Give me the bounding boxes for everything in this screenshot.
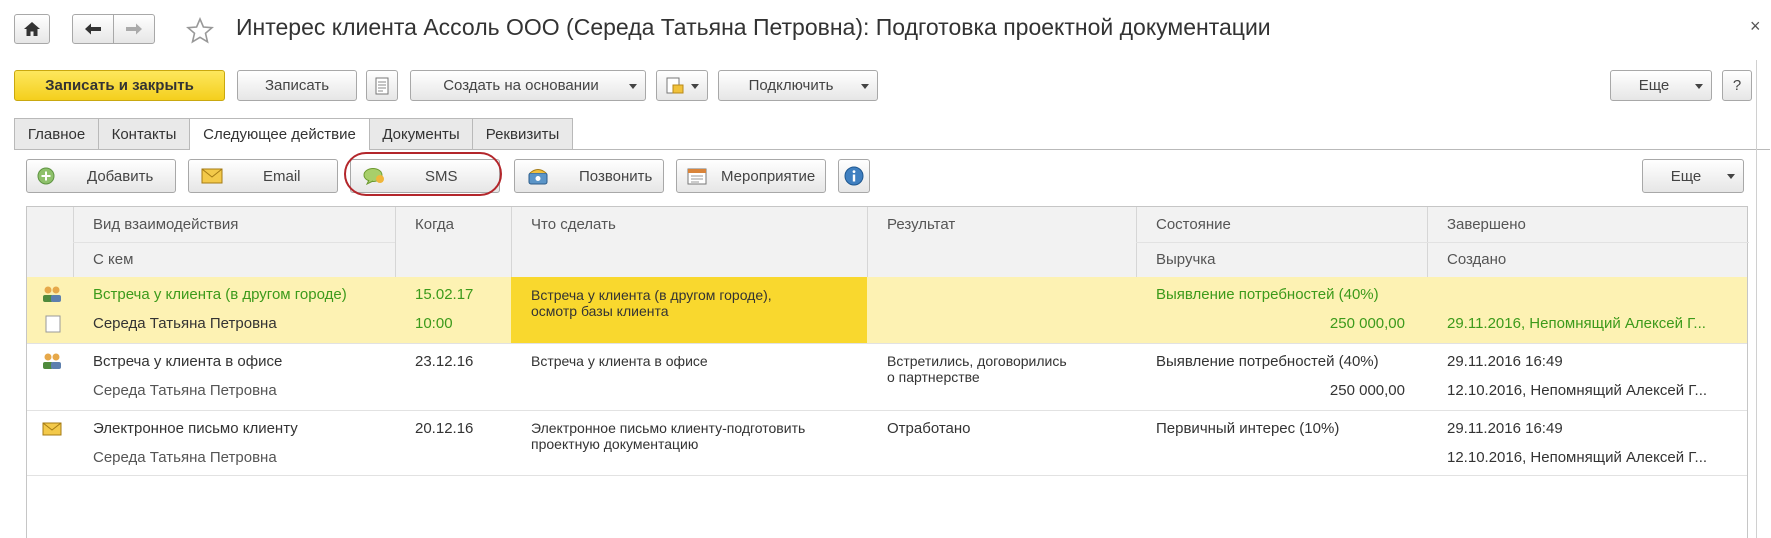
header-type[interactable]: Вид взаимодействия (93, 216, 238, 233)
add-label: Добавить (87, 167, 154, 185)
row3-todo-line2: проектную документацию (531, 436, 699, 452)
attach-document-icon (666, 77, 684, 93)
calendar-icon (687, 168, 707, 185)
row2-state: Выявление потребностей (40%) (1156, 353, 1379, 370)
document-icon (45, 315, 61, 333)
row3-result-line1: Отработано (887, 420, 971, 437)
info-button[interactable] (838, 159, 870, 193)
window-title: Интерес клиента Ассоль ООО (Середа Татья… (236, 14, 1271, 40)
row1-with: Середа Татьяна Петровна (93, 315, 277, 332)
arrow-left-icon (85, 23, 101, 35)
interactions-table: Вид взаимодействия С кем Когда Что сдела… (26, 206, 1749, 538)
row2-type: Встреча у клиента в офисе (93, 353, 283, 370)
row1-state: Выявление потребностей (40%) (1156, 286, 1379, 303)
tab-main[interactable]: Главное (14, 118, 99, 149)
row2-revenue: 250 000,00 (1329, 382, 1405, 399)
print-preview-button[interactable] (366, 70, 398, 101)
row1-todo-line1: Встреча у клиента (в другом городе), (531, 287, 772, 303)
phone-icon (528, 169, 548, 185)
row3-date: 20.12.16 (415, 420, 474, 437)
sms-highlight (344, 152, 502, 196)
tab-requisites[interactable]: Реквизиты (472, 118, 573, 149)
arrow-right-icon (126, 23, 142, 35)
email-label: Email (263, 167, 301, 185)
envelope-icon (42, 422, 62, 436)
row1-todo-line2: осмотр базы клиента (531, 303, 669, 319)
header-created[interactable]: Создано (1447, 251, 1506, 268)
row2-result-line1: Встретились, договорились (887, 353, 1067, 369)
call-button[interactable]: Позвонить (514, 159, 664, 193)
header-result[interactable]: Результат (887, 216, 955, 233)
create-based-on-label: Создать на основании (443, 77, 599, 94)
row3-done: 29.11.2016 16:49 (1447, 420, 1563, 437)
help-button[interactable]: ? (1722, 70, 1752, 101)
row2-done: 29.11.2016 16:49 (1447, 353, 1563, 370)
email-button[interactable]: Email (188, 159, 338, 193)
meeting-icon (43, 353, 61, 369)
row2-result-line2: о партнерстве (887, 369, 980, 385)
row3-created: 12.10.2016, Непомнящий Алексей Г... (1447, 449, 1708, 466)
row2-todo-line1: Встреча у клиента в офисе (531, 353, 708, 369)
row3-todo-line1: Электронное письмо клиенту-подготовить (531, 420, 806, 436)
create-based-on-button[interactable]: Создать на основании (410, 70, 646, 101)
back-button[interactable] (72, 14, 114, 44)
header-when[interactable]: Когда (415, 216, 454, 233)
home-button[interactable] (14, 14, 50, 44)
envelope-icon (201, 168, 223, 184)
row1-date: 15.02.17 (415, 286, 474, 303)
meeting-icon (43, 286, 61, 302)
save-button[interactable]: Записать (237, 70, 357, 101)
attach-button[interactable] (656, 70, 708, 101)
event-button[interactable]: Мероприятие (676, 159, 826, 193)
connect-label: Подключить (748, 77, 834, 94)
row1-time: 10:00 (415, 315, 453, 332)
call-label: Позвонить (579, 167, 653, 185)
save-and-close-button[interactable]: Записать и закрыть (14, 70, 225, 101)
tab-next-action[interactable]: Следующее действие (189, 118, 370, 150)
list-more-button[interactable]: Еще (1642, 159, 1744, 193)
scrollbar[interactable] (1756, 60, 1757, 538)
row1-revenue: 250 000,00 (1329, 315, 1405, 332)
header-todo[interactable]: Что сделать (531, 216, 616, 233)
tab-contacts[interactable]: Контакты (98, 118, 190, 149)
row2-with: Середа Татьяна Петровна (93, 382, 277, 399)
forward-button[interactable] (113, 14, 155, 44)
row3-state: Первичный интерес (10%) (1156, 420, 1340, 437)
info-icon (844, 166, 864, 186)
header-with[interactable]: С кем (93, 251, 133, 268)
row2-created: 12.10.2016, Непомнящий Алексей Г... (1447, 382, 1708, 399)
header-revenue[interactable]: Выручка (1156, 251, 1216, 268)
home-icon (24, 22, 40, 36)
event-label: Мероприятие (721, 167, 816, 185)
header-state[interactable]: Состояние (1156, 216, 1231, 233)
header-done[interactable]: Завершено (1447, 216, 1526, 233)
more-label: Еще (1638, 77, 1670, 94)
document-icon (375, 77, 389, 94)
list-more-label: Еще (1670, 167, 1702, 185)
plus-circle-icon (37, 167, 55, 185)
more-button[interactable]: Еще (1610, 70, 1712, 101)
add-button[interactable]: Добавить (26, 159, 176, 193)
close-icon[interactable]: × (1750, 16, 1761, 37)
row1-type: Встреча у клиента (в другом городе) (93, 286, 347, 303)
row2-date: 23.12.16 (415, 353, 474, 370)
table-header: Вид взаимодействия С кем Когда Что сдела… (27, 207, 1749, 278)
connect-button[interactable]: Подключить (718, 70, 878, 101)
tab-documents[interactable]: Документы (369, 118, 473, 149)
row1-created: 29.11.2016, Непомнящий Алексей Г... (1447, 315, 1706, 332)
star-icon[interactable] (186, 17, 214, 44)
row3-with: Середа Татьяна Петровна (93, 449, 277, 466)
row3-type: Электронное письмо клиенту (93, 420, 298, 437)
